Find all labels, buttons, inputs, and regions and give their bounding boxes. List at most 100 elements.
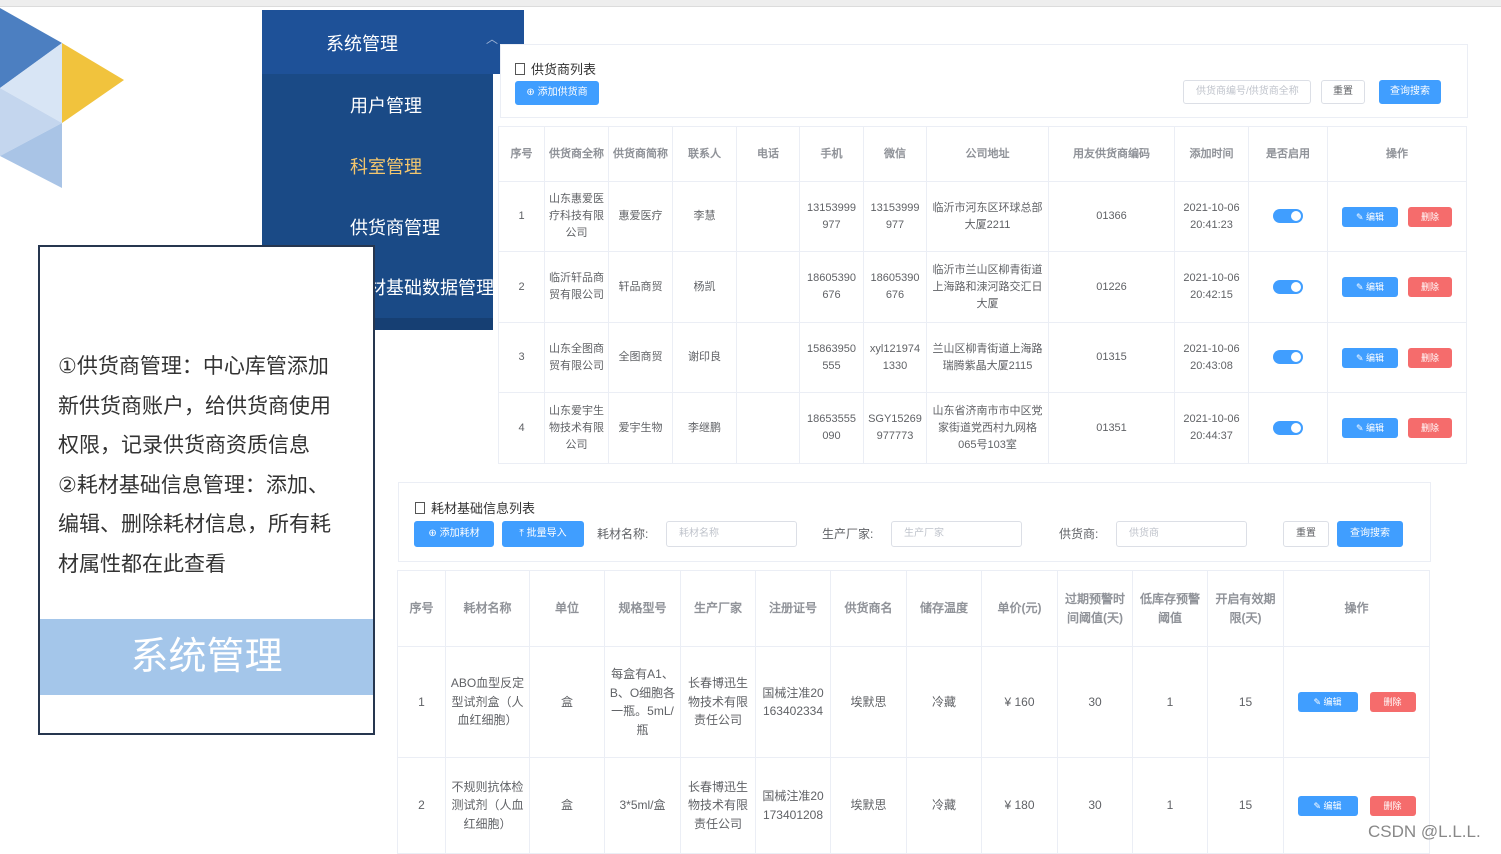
supplier-filter-input[interactable]: 供货商	[1116, 521, 1247, 547]
edit-button[interactable]: ✎ 编辑	[1297, 795, 1358, 816]
cell-wechat: SGY15269977773	[863, 392, 927, 464]
column-header: 供货商名	[830, 570, 907, 647]
add-material-button[interactable]: ⊕ 添加耗材	[414, 521, 494, 547]
cell-code: 01226	[1048, 251, 1175, 323]
note-line: 权限，记录供货商资质信息	[58, 434, 310, 457]
material-table: 序号 耗材名称 单位 规格型号 生产厂家 注册证号 供货商名 储存温度 单价(元…	[397, 570, 1430, 854]
cell-time: 2021-10-06 20:44:37	[1174, 392, 1249, 464]
supplier-table: 序号 供货商全称 供货商简称 联系人 电话 手机 微信 公司地址 用友供货商编码…	[498, 126, 1467, 464]
cell-wechat: 18605390676	[863, 251, 927, 323]
column-header: 序号	[498, 126, 545, 182]
cell-actions: ✎ 编辑 删除	[1327, 181, 1467, 252]
material-header-row: 序号 耗材名称 单位 规格型号 生产厂家 注册证号 供货商名 储存温度 单价(元…	[397, 570, 1430, 647]
menu-item-departments[interactable]: 科室管理	[262, 135, 493, 195]
cell-no: 1	[397, 646, 446, 758]
cell-price: ¥ 160	[981, 646, 1058, 758]
supplier-list-title: 供货商列表	[515, 59, 596, 78]
table-row: 1 ABO血型反定型试剂盒（人血红细胞） 盒 每盒有A1、B、O细胞各一瓶。5m…	[397, 646, 1430, 758]
cell-stock-warning: 1	[1132, 757, 1208, 854]
cell-contact: 李继鹏	[672, 392, 737, 464]
edit-button[interactable]: ✎ 编辑	[1342, 277, 1398, 297]
menu-title[interactable]: 系统管理 ︿	[262, 10, 524, 74]
enabled-toggle[interactable]	[1273, 420, 1303, 435]
delete-button[interactable]: 删除	[1408, 347, 1452, 368]
watermark: CSDN @L.L.L.	[1368, 822, 1481, 841]
table-row: 2 不规则抗体检测试剂（人血红细胞） 盒 3*5ml/盒 长春博迅生物技术有限责…	[397, 757, 1430, 854]
edit-button[interactable]: ✎ 编辑	[1342, 347, 1398, 368]
edit-button[interactable]: ✎ 编辑	[1297, 692, 1358, 712]
cell-full-name: 山东全图商贸有限公司	[544, 322, 609, 393]
material-title-text: 耗材基础信息列表	[431, 501, 536, 516]
cell-no: 4	[498, 392, 545, 464]
supplier-search-input[interactable]: 供货商编号/供货商全称	[1183, 80, 1311, 104]
plus-circle-icon: ⊕	[428, 528, 440, 539]
add-supplier-label: 添加供货商	[537, 87, 588, 98]
delete-button[interactable]: 删除	[1408, 277, 1452, 297]
table-row: 1 山东惠爱医疗科技有限公司 惠爱医疗 李慧 13153999977 13153…	[498, 181, 1467, 252]
edit-button[interactable]: ✎ 编辑	[1342, 206, 1398, 227]
enabled-toggle[interactable]	[1273, 350, 1303, 365]
cell-unit: 盒	[529, 757, 605, 854]
edit-icon: ✎	[1355, 423, 1367, 433]
menu-item-users[interactable]: 用户管理	[262, 74, 493, 134]
edit-button[interactable]: ✎ 编辑	[1342, 418, 1398, 438]
material-name-input[interactable]: 耗材名称	[666, 521, 797, 547]
cell-mobile: 15863950555	[799, 322, 864, 393]
enabled-toggle[interactable]	[1273, 209, 1303, 224]
cell-code: 01315	[1048, 322, 1175, 393]
note-line: 新供货商账户，给供货商使用	[58, 394, 331, 418]
top-divider	[0, 0, 1501, 7]
menu-item-label: 科室管理	[350, 157, 422, 177]
batch-import-label: 批量导入	[526, 528, 567, 539]
column-header: 操作	[1283, 570, 1430, 647]
cell-enabled	[1248, 251, 1328, 323]
delete-button[interactable]: 删除	[1408, 206, 1452, 227]
cell-actions: ✎ 编辑 删除	[1327, 322, 1467, 393]
delete-button[interactable]: 删除	[1369, 795, 1416, 816]
enabled-toggle[interactable]	[1273, 279, 1303, 294]
material-query-button[interactable]: 查询搜索	[1337, 521, 1403, 547]
menu-title-label: 系统管理	[326, 34, 398, 54]
cell-unit: 盒	[529, 646, 605, 758]
cell-code: 01366	[1048, 181, 1175, 252]
triangle-decoration	[0, 8, 124, 188]
note-line: 编辑、删除耗材信息，所有耗	[58, 513, 331, 536]
column-header: 生产厂家	[680, 570, 756, 647]
cell-actions: ✎ 编辑 删除	[1283, 646, 1430, 758]
cell-maker: 长春博迅生物技术有限责任公司	[680, 757, 756, 854]
edit-label: 编辑	[1323, 697, 1342, 707]
delete-button[interactable]: 删除	[1408, 418, 1452, 438]
supplier-query-button[interactable]: 查询搜索	[1379, 80, 1441, 104]
edit-icon: ✎	[1355, 211, 1367, 222]
add-supplier-button[interactable]: ⊕ 添加供货商	[515, 81, 599, 105]
menu-item-label: 用户管理	[350, 96, 422, 116]
cell-full-name: 临沂轩品商贸有限公司	[544, 251, 609, 323]
supplier-reset-button[interactable]: 重置	[1321, 80, 1365, 104]
edit-icon: ✎	[1355, 352, 1367, 363]
cell-time: 2021-10-06 20:41:23	[1174, 181, 1249, 252]
maker-input[interactable]: 生产厂家	[891, 521, 1022, 547]
cell-actions: ✎ 编辑 删除	[1327, 251, 1467, 323]
column-header: 过期预警时间阈值(天)	[1057, 570, 1133, 647]
cell-material-name: ABO血型反定型试剂盒（人血红细胞）	[445, 646, 530, 758]
column-header: 供货商简称	[608, 126, 673, 182]
delete-button[interactable]: 删除	[1369, 692, 1416, 712]
material-reset-button[interactable]: 重置	[1283, 521, 1329, 547]
cell-full-name: 山东爱宇生物技术有限公司	[544, 392, 609, 464]
material-name-label: 耗材名称:	[597, 527, 649, 541]
table-row: 4 山东爱宇生物技术有限公司 爱宇生物 李继鹏 18653555090 SGY1…	[498, 392, 1467, 464]
note-line: ②耗材基础信息管理：添加、	[58, 473, 329, 497]
edit-label: 编辑	[1323, 800, 1342, 811]
cell-phone	[736, 392, 800, 464]
edit-icon: ✎	[1313, 697, 1324, 707]
cell-enabled	[1248, 392, 1328, 464]
cell-mobile: 18653555090	[799, 392, 864, 464]
document-icon	[415, 502, 425, 514]
column-header: 电话	[736, 126, 800, 182]
column-header: 序号	[397, 570, 446, 647]
document-icon	[515, 63, 525, 75]
cell-registration: 国械注准20173401208	[755, 757, 831, 854]
cell-full-name: 山东惠爱医疗科技有限公司	[544, 181, 609, 252]
column-header: 注册证号	[755, 570, 831, 647]
batch-import-button[interactable]: ⤒ 批量导入	[502, 521, 584, 547]
